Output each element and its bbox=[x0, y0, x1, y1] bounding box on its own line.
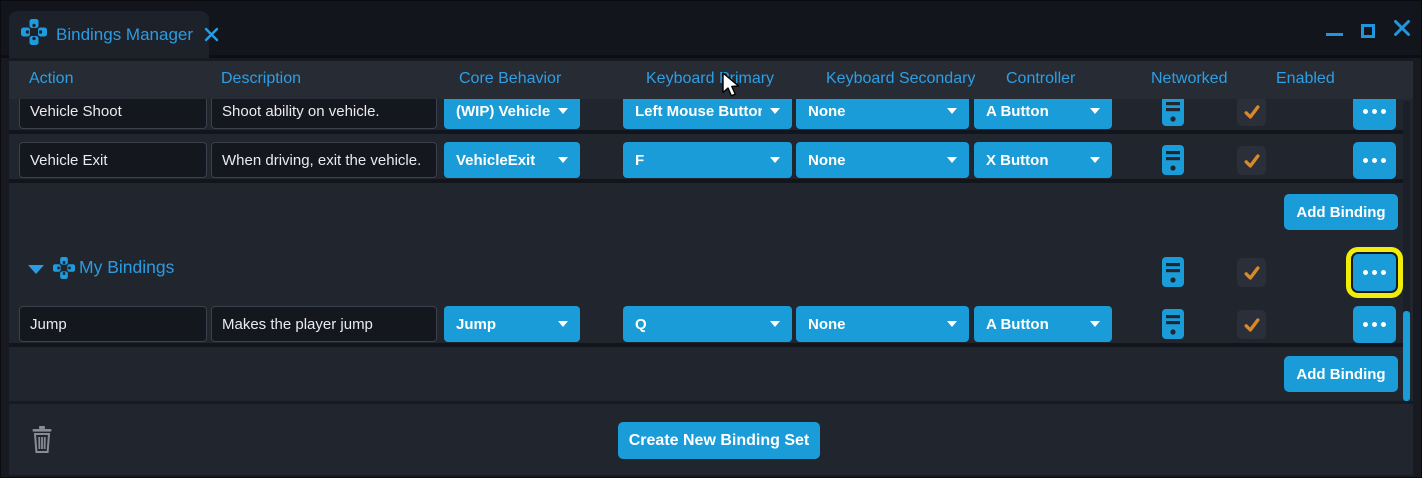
keyboard-primary-select[interactable]: Left Mouse Button bbox=[623, 99, 792, 129]
binding-group-my-bindings: My Bindings bbox=[9, 245, 1405, 299]
chevron-down-icon bbox=[947, 108, 957, 114]
row-menu-button[interactable] bbox=[1353, 306, 1396, 343]
chevron-down-icon bbox=[558, 321, 568, 327]
controller-select[interactable]: A Button bbox=[974, 306, 1112, 342]
enabled-checkbox[interactable] bbox=[1237, 99, 1266, 126]
bindings-icon bbox=[21, 19, 47, 50]
group-menu-button-highlighted[interactable] bbox=[1353, 254, 1396, 291]
networked-server-icon bbox=[1161, 309, 1185, 344]
header-networked: Networked bbox=[1151, 70, 1227, 88]
binding-row-vehicle-exit: VehicleExit F None X Button bbox=[9, 137, 1405, 183]
tab-close-icon[interactable] bbox=[204, 27, 219, 42]
chevron-down-icon bbox=[558, 157, 568, 163]
header-description: Description bbox=[221, 70, 301, 88]
keyboard-secondary-select[interactable]: None bbox=[796, 142, 969, 178]
action-input[interactable] bbox=[19, 142, 207, 178]
minimize-icon[interactable] bbox=[1326, 33, 1343, 36]
networked-server-icon bbox=[1161, 99, 1185, 131]
header-core-behavior: Core Behavior bbox=[459, 70, 561, 88]
bindings-list: (WIP) Vehicle Left Mouse Button None A B… bbox=[9, 99, 1413, 401]
core-behavior-select[interactable]: Jump bbox=[444, 306, 580, 342]
chevron-down-icon bbox=[770, 321, 780, 327]
scrollbar-thumb[interactable] bbox=[1403, 311, 1410, 401]
create-new-binding-set-button[interactable]: Create New Binding Set bbox=[618, 422, 820, 459]
window-controls bbox=[1326, 19, 1411, 42]
binding-row-jump: Jump Q None A Button bbox=[9, 299, 1405, 347]
keyboard-secondary-select[interactable]: None bbox=[796, 306, 969, 342]
footer-bar: Create New Binding Set bbox=[9, 404, 1413, 475]
trash-icon[interactable] bbox=[31, 426, 53, 458]
collapse-arrow-icon[interactable] bbox=[28, 265, 44, 274]
row-menu-button[interactable] bbox=[1353, 99, 1396, 130]
header-keyboard-secondary: Keyboard Secondary bbox=[826, 70, 975, 88]
core-behavior-select[interactable]: (WIP) Vehicle bbox=[444, 99, 580, 129]
controller-select[interactable]: X Button bbox=[974, 142, 1112, 178]
header-action: Action bbox=[29, 70, 73, 88]
binding-row-vehicle-shoot: (WIP) Vehicle Left Mouse Button None A B… bbox=[9, 99, 1405, 134]
chevron-down-icon bbox=[947, 157, 957, 163]
description-input[interactable] bbox=[211, 99, 437, 129]
table-header-row: Action Description Core Behavior Keyboar… bbox=[9, 61, 1413, 99]
bindings-manager-window: Bindings Manager Action Description Core… bbox=[0, 0, 1422, 478]
networked-server-icon bbox=[1161, 145, 1185, 180]
close-icon[interactable] bbox=[1393, 19, 1411, 42]
header-enabled: Enabled bbox=[1276, 70, 1335, 88]
enabled-checkbox[interactable] bbox=[1237, 146, 1266, 175]
vertical-scrollbar[interactable] bbox=[1403, 101, 1410, 399]
chevron-down-icon bbox=[558, 108, 568, 114]
add-binding-button[interactable]: Add Binding bbox=[1284, 356, 1398, 392]
keyboard-secondary-select[interactable]: None bbox=[796, 99, 969, 129]
tab-bar: Bindings Manager bbox=[1, 1, 1422, 58]
tab-title: Bindings Manager bbox=[56, 25, 193, 45]
description-input[interactable] bbox=[211, 142, 437, 178]
chevron-down-icon bbox=[1090, 108, 1100, 114]
bindings-icon bbox=[53, 257, 75, 284]
chevron-down-icon bbox=[947, 321, 957, 327]
add-binding-button[interactable]: Add Binding bbox=[1284, 194, 1398, 230]
enabled-checkbox[interactable] bbox=[1237, 310, 1266, 339]
header-keyboard-primary: Keyboard Primary bbox=[646, 70, 774, 88]
chevron-down-icon bbox=[1090, 157, 1100, 163]
keyboard-primary-select[interactable]: F bbox=[623, 142, 792, 178]
header-controller: Controller bbox=[1006, 70, 1075, 88]
group-label[interactable]: My Bindings bbox=[79, 257, 174, 278]
tab-bindings-manager[interactable]: Bindings Manager bbox=[9, 11, 209, 58]
maximize-icon[interactable] bbox=[1361, 24, 1375, 38]
chevron-down-icon bbox=[1090, 321, 1100, 327]
description-input[interactable] bbox=[211, 306, 437, 342]
action-input[interactable] bbox=[19, 99, 207, 129]
row-menu-button[interactable] bbox=[1353, 142, 1396, 179]
core-behavior-select[interactable]: VehicleExit bbox=[444, 142, 580, 178]
chevron-down-icon bbox=[770, 157, 780, 163]
keyboard-primary-select[interactable]: Q bbox=[623, 306, 792, 342]
controller-select[interactable]: A Button bbox=[974, 99, 1112, 129]
chevron-down-icon bbox=[770, 108, 780, 114]
action-input[interactable] bbox=[19, 306, 207, 342]
enabled-checkbox[interactable] bbox=[1237, 258, 1266, 287]
networked-server-icon bbox=[1161, 257, 1185, 292]
